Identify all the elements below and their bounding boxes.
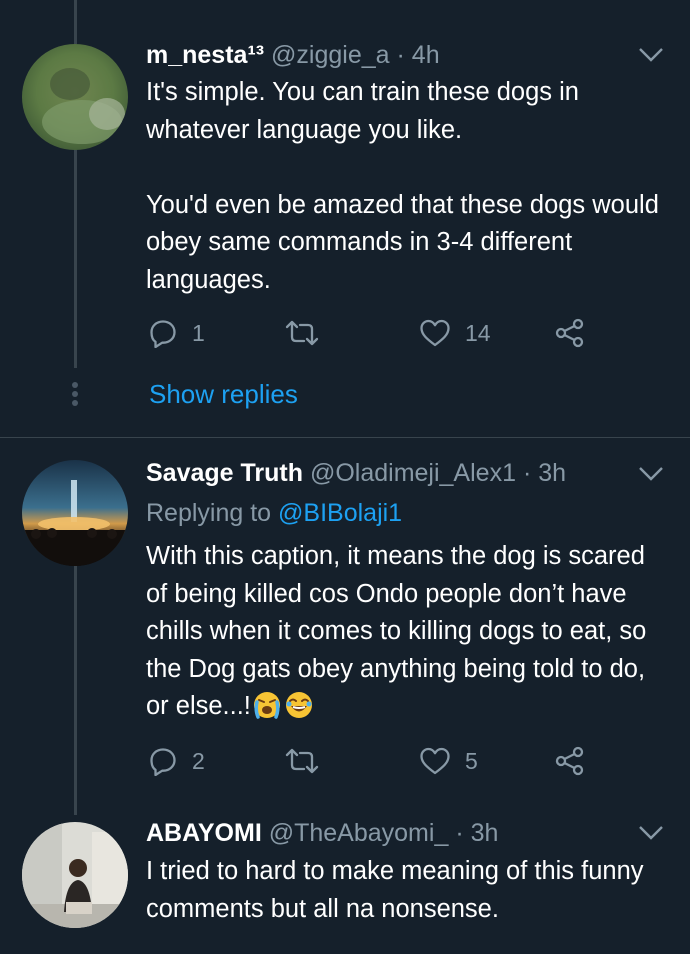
share-icon [555,318,584,348]
mention-link[interactable]: @BIBolaji1 [278,499,402,527]
display-name[interactable]: m_nesta¹³ [146,41,264,69]
display-name[interactable]: ABAYOMI [146,819,262,847]
like-button[interactable]: 14 [419,315,491,351]
tweet-text: I tried to hard to make meaning of this … [146,853,660,928]
show-replies-link[interactable]: Show replies [149,377,298,411]
reply-count: 2 [192,747,205,774]
tweet[interactable]: m_nesta¹³ @ziggie_a · 4h It's simple. Yo… [0,0,690,430]
timestamp[interactable]: 3h [471,819,499,847]
tweet-paragraph-text: With this caption, it means the dog is s… [146,542,647,720]
avatar[interactable] [22,44,128,150]
paragraph-spacer [146,149,660,187]
avatar[interactable] [22,460,128,566]
tweet-text: It's simple. You can train these dogs in… [146,74,660,299]
avatar[interactable] [22,822,128,928]
replying-prefix: Replying to [146,499,272,527]
tweet[interactable]: ABAYOMI @TheAbayomi_ · 3h I tried to har… [0,818,690,954]
like-icon [420,747,450,775]
retweet-button[interactable] [284,743,334,779]
tweet-paragraph: I tried to hard to make meaning of this … [146,857,644,923]
tweet-header: ABAYOMI @TheAbayomi_ · 3h [146,818,660,848]
share-button[interactable] [554,315,586,351]
retweet-icon [285,320,319,346]
user-handle[interactable]: @TheAbayomi_ [269,819,449,847]
crying-emoji [253,692,280,719]
reply-button[interactable]: 1 [148,315,205,351]
chevron-down-icon[interactable] [638,47,664,63]
tweet-actions: 2 5 [146,743,596,779]
retweet-icon [285,748,319,774]
like-count: 14 [465,319,491,346]
timestamp[interactable]: 3h [538,459,566,487]
like-count: 5 [465,747,478,774]
tweet-paragraph: You'd even be amazed that these dogs wou… [146,190,659,294]
tweet-paragraph: It's simple. You can train these dogs in… [146,78,579,144]
tweet-header: m_nesta¹³ @ziggie_a · 4h [146,40,660,70]
separator: · [455,819,464,847]
share-button[interactable] [554,743,586,779]
reply-icon [150,320,176,348]
reply-icon [150,748,176,776]
display-name[interactable]: Savage Truth [146,459,303,487]
timestamp[interactable]: 4h [412,41,440,69]
tweet[interactable]: Savage Truth @Oladimeji_Alex1 · 3h Reply… [0,438,690,818]
tweet-paragraph: With this caption, it means the dog is s… [146,538,660,726]
separator: · [396,41,405,69]
tweet-header: Savage Truth @Oladimeji_Alex1 · 3h [146,458,660,488]
tweet-actions: 1 14 [146,315,596,351]
chevron-down-icon[interactable] [638,466,664,482]
share-icon [555,746,584,776]
tweet-text: With this caption, it means the dog is s… [146,538,660,726]
laughing-emoji [285,692,312,718]
reply-count: 1 [192,319,205,346]
replying-to: Replying to @BIBolaji1 [146,498,402,528]
chevron-down-icon[interactable] [638,825,664,841]
separator: · [522,459,532,487]
like-icon [420,319,450,347]
user-handle[interactable]: @Oladimeji_Alex1 [310,459,516,487]
reply-button[interactable]: 2 [148,743,205,779]
user-handle[interactable]: @ziggie_a [271,41,390,69]
retweet-button[interactable] [284,315,334,351]
like-button[interactable]: 5 [419,743,478,779]
